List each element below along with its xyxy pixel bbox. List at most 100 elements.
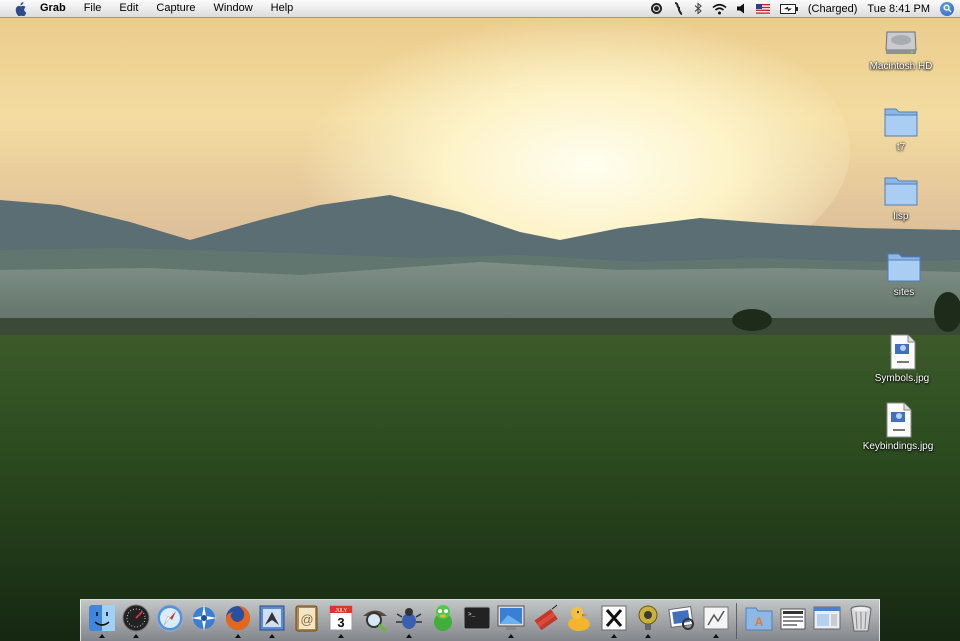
dynamite-icon (534, 604, 559, 630)
desktop-icon-keybindings-jpg[interactable]: Keybindings.jpg (853, 402, 943, 452)
running-indicator (235, 633, 242, 638)
calendar-month-text: JULY (335, 608, 348, 614)
dock-item-documents-stack[interactable] (776, 603, 809, 639)
bluetooth-icon[interactable] (694, 2, 702, 15)
spotlight-icon[interactable] (940, 1, 954, 16)
desktop-icon-sites[interactable]: sites (859, 248, 949, 298)
timemachine-status-icon[interactable] (650, 2, 663, 15)
desktop-icon-symbols-jpg[interactable]: Symbols.jpg (857, 334, 947, 384)
svg-text:>_: >_ (468, 611, 476, 618)
menu-help[interactable]: Help (262, 0, 303, 17)
desktop-icon-label: Symbols.jpg (874, 373, 930, 384)
running-indicator (269, 633, 276, 638)
running-indicator (610, 633, 617, 638)
applications-folder-icon: A (745, 607, 773, 630)
running-indicator (405, 633, 412, 638)
ical-icon: JULY3 (329, 605, 353, 630)
preview-icon (668, 605, 694, 630)
dock-item-preview[interactable] (665, 603, 698, 639)
dock-item-window-stack[interactable] (811, 603, 844, 639)
window-stack-icon (813, 606, 841, 629)
desktop-icon-label: t7 (896, 142, 906, 153)
desktop-icon-label: sites (893, 287, 915, 298)
dock-item-trash[interactable] (845, 603, 878, 639)
running-indicator (712, 633, 719, 638)
running-indicator (132, 633, 139, 638)
desktop-icon-label: lisp (893, 211, 909, 222)
menu-edit[interactable]: Edit (110, 0, 147, 17)
finder-icon (88, 604, 115, 631)
adium-icon (433, 604, 452, 631)
dock-item-sherlock[interactable] (358, 603, 391, 639)
dock-item-address-book[interactable]: @ (290, 603, 323, 639)
script-menu-icon[interactable] (673, 2, 684, 15)
volume-icon[interactable] (736, 3, 746, 14)
mail-icon (259, 605, 285, 630)
dock: @ JULY 3 >_ A (80, 599, 880, 641)
x11-icon (601, 605, 627, 630)
desktop-icon-label: Macintosh HD (869, 61, 933, 72)
firefox-icon (226, 605, 251, 630)
running-indicator (98, 633, 105, 638)
dock-item-safari[interactable] (153, 603, 186, 639)
desktop-icon-lisp[interactable]: lisp (856, 172, 946, 222)
dock-item-ical[interactable]: JULY 3 (324, 603, 357, 639)
address-book-icon: @ (295, 605, 318, 631)
dock-item-grab[interactable] (699, 603, 732, 639)
battery-status-text[interactable]: (Charged) (808, 3, 858, 15)
running-indicator (337, 633, 344, 638)
network-utility-icon (191, 604, 218, 631)
wifi-icon[interactable] (712, 3, 727, 15)
running-indicator (644, 633, 651, 638)
dock-separator (736, 602, 738, 639)
dock-item-network-utility[interactable] (187, 603, 220, 639)
dock-item-system-tool[interactable] (631, 603, 664, 639)
jpeg-file-icon (886, 402, 912, 438)
terminal-icon: >_ (463, 606, 491, 629)
folder-icon (887, 253, 921, 282)
menu-app-name[interactable]: Grab (40, 0, 75, 17)
dock-item-screen-sharing[interactable] (495, 603, 528, 639)
desktop-icon-macintosh-hd[interactable]: Macintosh HD (856, 22, 946, 72)
svg-text:@: @ (301, 612, 314, 627)
desktop-wallpaper (0, 0, 960, 641)
desktop-icon-t7[interactable]: t7 (856, 103, 946, 153)
screen-sharing-icon (497, 605, 525, 630)
dashboard-icon (122, 604, 150, 631)
hard-drive-icon (885, 31, 917, 54)
dock-item-cyberduck[interactable] (563, 603, 596, 639)
menu-bar: Grab File Edit Capture Window Help (Char… (0, 0, 960, 18)
dock-item-adium[interactable] (426, 603, 459, 639)
dock-item-firefox[interactable] (222, 603, 255, 639)
dock-item-dashboard[interactable] (119, 603, 152, 639)
calendar-day-text: 3 (337, 615, 344, 630)
dock-item-mail[interactable] (256, 603, 289, 639)
menu-capture[interactable]: Capture (147, 0, 204, 17)
trash-icon (850, 605, 872, 631)
dock-item-finder[interactable] (85, 603, 118, 639)
menu-window[interactable]: Window (205, 0, 262, 17)
grab-icon (703, 606, 729, 629)
dock-item-x11[interactable] (597, 603, 630, 639)
folder-icon (884, 108, 918, 137)
sherlock-icon (362, 610, 387, 632)
desktop-icon-label: Keybindings.jpg (862, 441, 934, 452)
dock-item-applications[interactable]: A (742, 603, 775, 639)
us-flag-input-icon[interactable] (755, 3, 770, 14)
battery-icon[interactable] (779, 3, 798, 14)
running-indicator (508, 633, 515, 638)
system-tool-icon (638, 605, 658, 630)
svg-text:A: A (755, 615, 764, 629)
documents-stack-icon (780, 608, 806, 629)
dock-item-dynamite[interactable] (529, 603, 562, 639)
dock-item-bug-app[interactable] (392, 603, 425, 639)
bug-app-icon (395, 607, 422, 629)
menu-file[interactable]: File (75, 0, 111, 17)
dock-item-terminal[interactable]: >_ (460, 603, 493, 639)
jpeg-file-icon (890, 334, 916, 370)
safari-icon (156, 604, 184, 631)
menubar-clock[interactable]: Tue 8:41 PM (867, 3, 930, 15)
cyberduck-icon (568, 606, 591, 631)
folder-icon (884, 177, 918, 206)
apple-menu-icon[interactable] (0, 1, 40, 16)
